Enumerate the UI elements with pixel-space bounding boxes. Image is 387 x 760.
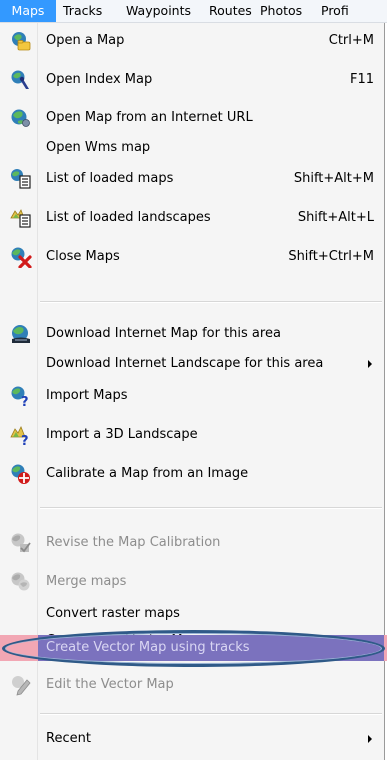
menu-item-label: List of loaded landscapes — [46, 210, 211, 225]
menu-item-recent[interactable]: Recent — [0, 725, 384, 753]
globe-close-icon — [10, 246, 32, 268]
menu-item-label: Download Internet Landscape for this are… — [46, 356, 324, 371]
menu-item-label: Download Internet Map for this area — [46, 326, 281, 341]
menu-item-open-index-map[interactable]: Open Index Map F11 — [0, 66, 384, 94]
svg-text:?: ? — [21, 395, 29, 407]
globe-download-icon — [10, 323, 32, 345]
shortcut-label: Ctrl+M — [328, 33, 374, 48]
menu-photos[interactable]: Photos — [260, 0, 302, 22]
landscape-question-icon: ? — [10, 424, 32, 446]
menu-separator — [40, 713, 382, 715]
menu-item-open-map-url[interactable]: Open Map from an Internet URL — [0, 104, 384, 132]
menu-item-close-maps[interactable]: Close Maps Shift+Ctrl+M — [0, 243, 384, 271]
submenu-arrow-icon — [368, 360, 372, 368]
menu-item-label: Open Wms map — [46, 140, 151, 155]
menu-item-label: Open Map from an Internet URL — [46, 110, 253, 125]
menu-item-label: Import Maps — [46, 388, 128, 403]
menu-item-import-landscape[interactable]: ? Import a 3D Landscape — [0, 421, 384, 449]
menu-item-create-vector-tracks[interactable]: Create Vector Map using tracks — [0, 634, 384, 662]
menu-item-revise-calibration[interactable]: Revise the Map Calibration — [0, 529, 384, 557]
menu-item-list-maps[interactable]: List of loaded maps Shift+Alt+M — [0, 165, 384, 193]
pencil-icon — [10, 674, 32, 696]
globe-list-icon — [10, 168, 32, 190]
maps-dropdown-menu: Open a Map Ctrl+M Open Index Map F11 Ope… — [0, 23, 387, 760]
menu-tracks[interactable]: Tracks — [63, 0, 102, 22]
menu-item-list-landscapes[interactable]: List of loaded landscapes Shift+Alt+L — [0, 204, 384, 232]
menu-bar: Maps Tracks Waypoints Routes Photos Prof… — [0, 0, 387, 23]
menu-item-open-wms[interactable]: Open Wms map — [0, 134, 384, 162]
menu-item-merge-maps[interactable]: Merge maps — [0, 568, 384, 596]
menu-item-label: Edit the Vector Map — [46, 677, 174, 692]
shortcut-label: F11 — [349, 72, 374, 87]
menu-item-open-map[interactable]: Open a Map Ctrl+M — [0, 27, 384, 55]
menu-item-label: Create Vector Map using tracks — [46, 640, 250, 655]
globe-question-icon: ? — [10, 385, 32, 407]
globe-check-icon — [10, 532, 32, 554]
menu-item-label: Open a Map — [46, 33, 125, 48]
menu-item-import-maps[interactable]: ? Import Maps — [0, 382, 384, 410]
menu-waypoints[interactable]: Waypoints — [126, 0, 191, 22]
globe-calibrate-icon — [10, 463, 32, 485]
menu-profile[interactable]: Profi — [321, 0, 349, 22]
menu-item-label: Merge maps — [46, 574, 127, 589]
menu-item-label: Calibrate a Map from an Image — [46, 466, 249, 481]
globe-icon — [10, 107, 32, 129]
menu-routes[interactable]: Routes — [209, 0, 252, 22]
menu-item-label: Revise the Map Calibration — [46, 535, 221, 550]
menu-separator — [40, 301, 382, 303]
menu-item-edit-vector[interactable]: Edit the Vector Map — [0, 671, 384, 699]
menu-item-download-landscape[interactable]: Download Internet Landscape for this are… — [0, 350, 384, 378]
menu-item-calibrate[interactable]: Calibrate a Map from an Image — [0, 460, 384, 488]
shortcut-label: Shift+Ctrl+M — [288, 249, 374, 264]
menu-item-label: Close Maps — [46, 249, 120, 264]
menu-item-label: Open Index Map — [46, 72, 153, 87]
menu-item-label: Recent — [46, 731, 91, 746]
globe-merge-icon — [10, 571, 32, 593]
shortcut-label: Shift+Alt+M — [293, 171, 374, 186]
menu-item-label: List of loaded maps — [46, 171, 174, 186]
globe-pin-icon — [10, 69, 32, 91]
submenu-arrow-icon — [368, 735, 372, 743]
menu-separator — [40, 507, 382, 509]
menu-item-download-map[interactable]: Download Internet Map for this area — [0, 320, 384, 348]
shortcut-label: Shift+Alt+L — [297, 210, 374, 225]
yellow-globe-icon — [10, 30, 32, 52]
landscape-list-icon — [10, 207, 32, 229]
menu-maps[interactable]: Maps — [0, 0, 56, 22]
menu-item-label: Import a 3D Landscape — [46, 427, 198, 442]
svg-text:?: ? — [21, 434, 29, 446]
